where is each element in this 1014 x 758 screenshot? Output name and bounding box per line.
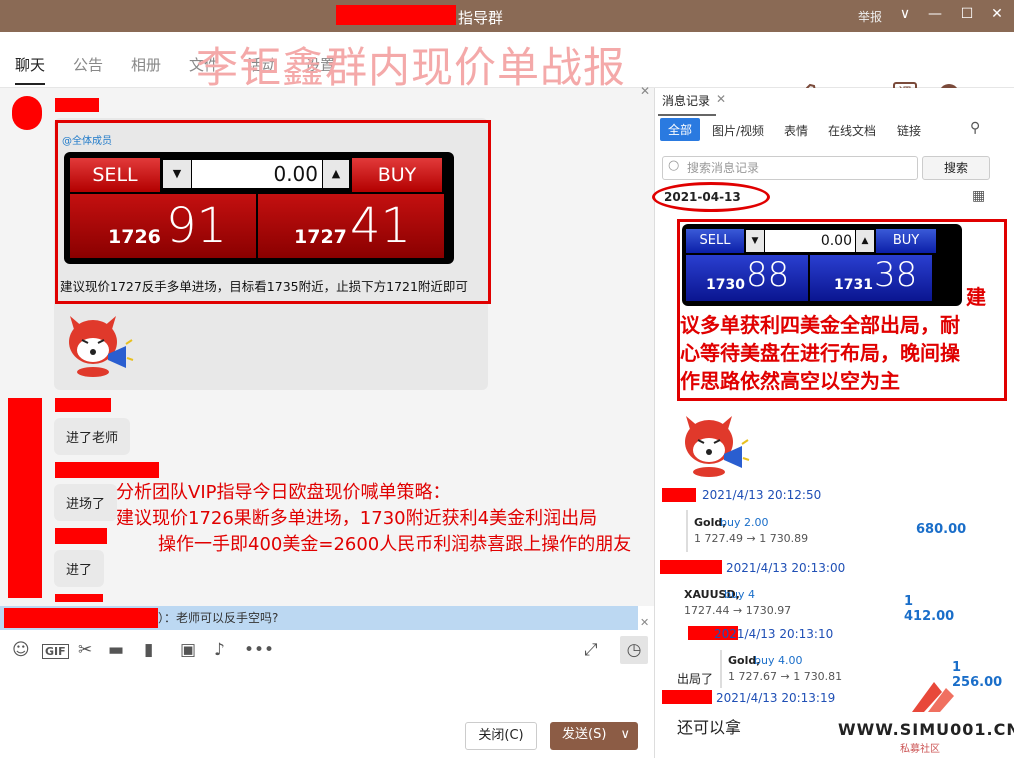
tab-media[interactable]: 图片/视频: [712, 122, 764, 139]
redacted-username: [55, 398, 111, 412]
highlight-box: [55, 120, 491, 304]
redacted-username: [660, 560, 722, 574]
overlay-title: 李钜鑫群内现价单战报: [196, 43, 627, 92]
send-button[interactable]: 发送(S) ∨: [550, 722, 638, 750]
tab-emoji[interactable]: 表情: [784, 122, 808, 139]
watermark-sub: 私募社区: [900, 744, 940, 755]
search-input[interactable]: 搜索消息记录: [662, 156, 918, 180]
chat-message: 出局了: [677, 672, 714, 686]
chat-message: 进了: [54, 550, 105, 587]
order-card: XAUUSD, buy 4 1727.44 → 1730.97 1 412.00: [684, 588, 955, 624]
date-circle: [652, 182, 770, 212]
redacted-username: [55, 462, 159, 478]
timestamp: 2021/4/13 20:13:10: [714, 627, 834, 641]
watermark-logo: WWW.SIMU001.CN 私募社区: [836, 676, 1014, 756]
chat-message: 进场了: [54, 484, 118, 521]
tab-underline: [658, 114, 716, 116]
calendar-icon[interactable]: ▦: [972, 188, 985, 204]
tab-chat[interactable]: 聊天: [15, 54, 46, 85]
redacted-username: [662, 690, 712, 704]
quoted-message[interactable]: ）：老师可以反手空吗?: [0, 606, 638, 630]
gif-icon[interactable]: GIF: [42, 644, 69, 659]
close-button[interactable]: 关闭(C): [465, 722, 537, 750]
timestamp: 2021/4/13 20:12:50: [702, 488, 822, 502]
timestamp: 2021/4/13 20:13:00: [726, 561, 846, 575]
history-clock-icon[interactable]: ◷: [620, 636, 648, 664]
more-icon[interactable]: •••: [244, 640, 274, 660]
advice-line: 建: [966, 285, 986, 309]
tab-docs[interactable]: 在线文档: [828, 122, 876, 139]
strategy-line: 操作一手即400美金=2600人民币利润恭喜跟上操作的朋友: [158, 534, 632, 555]
tab-all[interactable]: 全部: [660, 118, 701, 141]
close-icon[interactable]: ✕: [716, 92, 726, 106]
chat-message: 还可以拿: [677, 718, 742, 737]
strategy-line: 分析团队VIP指导今日欧盘现价喊单策略：: [116, 482, 451, 503]
avatar: [12, 96, 42, 130]
redacted-group-name: [336, 5, 456, 25]
scissors-icon[interactable]: ✂: [78, 640, 92, 660]
strategy-line: 建议现价1726果断多单进场，1730附近获利4美金利润出局: [116, 508, 598, 529]
history-title: 消息记录: [662, 94, 711, 108]
timestamp: 2021/4/13 20:13:19: [716, 691, 836, 705]
expand-icon[interactable]: ⤢: [584, 640, 598, 660]
redacted-username: [55, 98, 99, 112]
order-card: Gold, buy 2.00 1 727.49 → 1 730.89 680.0…: [686, 510, 966, 552]
folder-icon[interactable]: ▬: [108, 640, 124, 660]
tab-links[interactable]: 链接: [897, 122, 921, 139]
image-icon[interactable]: ▣: [180, 640, 196, 660]
redacted-username: [55, 594, 103, 602]
fox-sticker: [64, 306, 134, 378]
bell-icon[interactable]: ♪: [214, 640, 225, 660]
advice-line: 心等待美盘在进行布局，晚间操: [680, 341, 960, 365]
title-bar: 指导群 举报 ∨ — ☐ ✕: [0, 0, 1014, 32]
tab-announcement[interactable]: 公告: [73, 54, 103, 75]
filter-icon[interactable]: ⚲: [970, 120, 980, 136]
watermark-text: WWW.SIMU001.CN: [838, 720, 1014, 739]
tab-album[interactable]: 相册: [131, 54, 161, 75]
close-icon[interactable]: ✕: [640, 84, 650, 98]
redacted-username: [4, 608, 158, 628]
advice-line: 议多单获利四美金全部出局，耐: [680, 313, 960, 337]
report-link[interactable]: 举报: [858, 8, 882, 25]
chevron-down-icon[interactable]: ∨: [620, 722, 630, 748]
redacted-avatars: [8, 398, 42, 598]
minimize-button[interactable]: —: [926, 6, 944, 22]
fox-sticker: [680, 406, 750, 478]
advice-line: 作思路依然高空以空为主: [680, 369, 900, 393]
input-toolbar: ☺ GIF ✂ ▬ ▮ ▣ ♪ ••• ⤢ ◷: [0, 636, 654, 666]
emoji-icon[interactable]: ☺: [12, 640, 30, 660]
redacted-username: [662, 488, 696, 502]
search-icon: ○: [668, 158, 680, 173]
chevron-down-icon[interactable]: ∨: [896, 6, 914, 22]
search-button[interactable]: 搜索: [922, 156, 990, 180]
window-title: 指导群: [458, 9, 504, 27]
close-window-button[interactable]: ✕: [988, 6, 1006, 22]
document-icon[interactable]: ▮: [144, 640, 153, 660]
close-quote-icon[interactable]: ✕: [640, 616, 649, 629]
maximize-button[interactable]: ☐: [958, 6, 976, 22]
redacted-username: [55, 528, 107, 544]
chat-message: 进了老师: [54, 418, 131, 455]
